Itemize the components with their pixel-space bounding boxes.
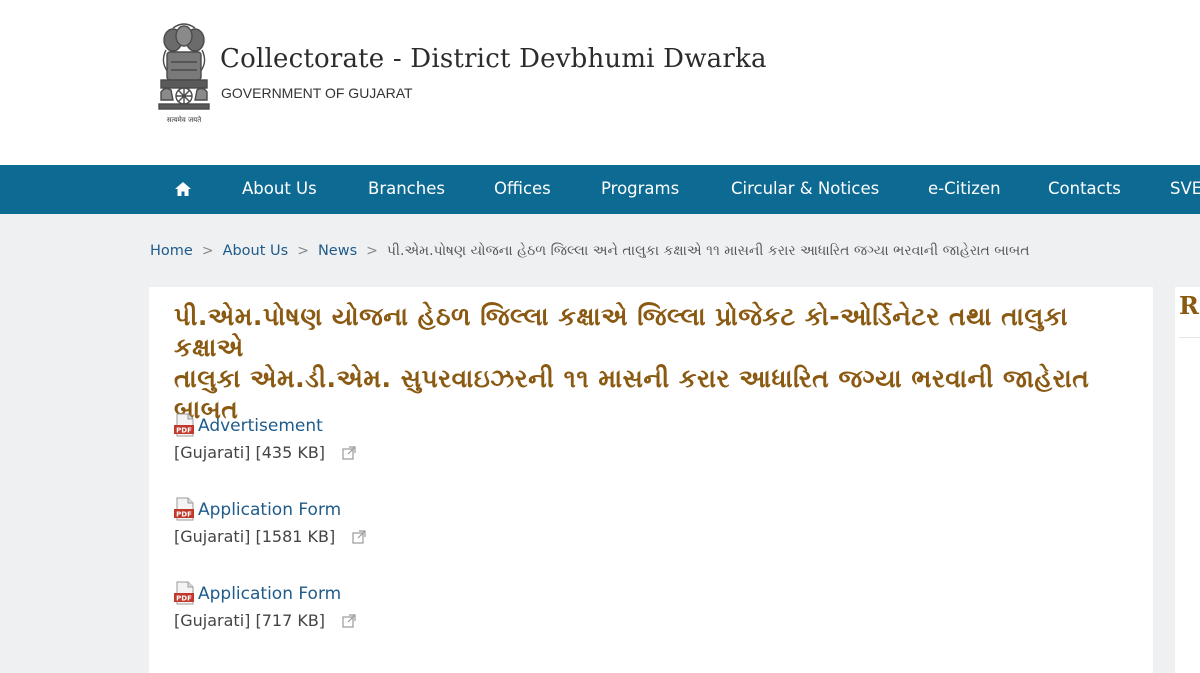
breadcrumb: Home > About Us > News > પી.એમ.પોષણ યોજના હેઠળ…: [150, 243, 1030, 265]
breadcrumb-about-us[interactable]: About Us: [223, 243, 289, 259]
document-size: [1581 KB]: [255, 527, 336, 546]
document-size: [717 KB]: [255, 611, 326, 630]
state-emblem-logo[interactable]: सत्यमेव जयते: [153, 22, 215, 126]
nav-offices[interactable]: Offices: [494, 165, 551, 214]
chevron-right-icon: >: [366, 243, 378, 259]
breadcrumb-home[interactable]: Home: [150, 243, 193, 259]
main-navigation: About Us Branches Offices Programs Circu…: [0, 165, 1200, 214]
nav-contacts[interactable]: Contacts: [1048, 165, 1121, 214]
nav-programs[interactable]: Programs: [601, 165, 679, 214]
article-card: પી.એમ.પોષણ યોજના હેઠળ જિલ્લા કક્ષાએ જિલ્…: [149, 287, 1153, 673]
chevron-right-icon: >: [201, 243, 214, 259]
home-icon[interactable]: [173, 179, 193, 199]
pdf-icon: PDF: [174, 581, 194, 605]
pdf-icon: PDF: [174, 497, 194, 521]
document-item: PDF Application Form [Gujarati] [1581 KB…: [174, 497, 366, 550]
site-header: सत्यमेव जयते Collectorate - District Dev…: [0, 0, 1200, 165]
external-link-icon[interactable]: [342, 613, 356, 628]
site-title[interactable]: Collectorate - District Devbhumi Dwarka: [220, 44, 767, 74]
document-language: [Gujarati]: [174, 443, 251, 462]
chevron-right-icon: >: [297, 243, 309, 259]
breadcrumb-current: પી.એમ.પોષણ યોજના હેઠળ જિલ્લા અને તાલુકા …: [386, 243, 1030, 259]
document-language: [Gujarati]: [174, 611, 251, 630]
page-title: પી.એમ.પોષણ યોજના હેઠળ જિલ્લા કક્ષાએ જિલ્…: [174, 301, 1144, 425]
document-link[interactable]: Advertisement: [198, 416, 323, 436]
svg-text:PDF: PDF: [176, 426, 192, 434]
external-link-icon[interactable]: [352, 529, 366, 544]
document-link[interactable]: Application Form: [198, 584, 341, 604]
pdf-icon: PDF: [174, 413, 194, 437]
svg-text:PDF: PDF: [176, 510, 192, 518]
document-size: [435 KB]: [255, 443, 326, 462]
breadcrumb-news[interactable]: News: [318, 243, 357, 259]
nav-e-citizen[interactable]: e-Citizen: [928, 165, 1001, 214]
document-item: PDF Advertisement [Gujarati] [435 KB]: [174, 413, 356, 466]
emblem-motto: सत्यमेव जयते: [167, 115, 202, 124]
document-link[interactable]: Application Form: [198, 500, 341, 520]
document-language: [Gujarati]: [174, 527, 251, 546]
page-title-line: તાલુકા એમ.ડી.એમ. સુપરવાઇઝરની ૧૧ માસની કર…: [174, 364, 1090, 393]
nav-about-us[interactable]: About Us: [242, 165, 317, 214]
sidebar-title: Re: [1179, 291, 1200, 320]
page-title-line: પી.એમ.પોષણ યોજના હેઠળ જિલ્લા કક્ષાએ જિલ્…: [174, 302, 1069, 362]
nav-sve[interactable]: SVE: [1170, 165, 1200, 214]
site-subtitle: GOVERNMENT OF GUJARAT: [221, 85, 413, 101]
nav-branches[interactable]: Branches: [368, 165, 445, 214]
svg-text:PDF: PDF: [176, 594, 192, 602]
document-item: PDF Application Form [Gujarati] [717 KB]: [174, 581, 356, 634]
external-link-icon[interactable]: [342, 445, 356, 460]
sidebar-card: Re: [1175, 287, 1200, 673]
nav-circular-notices[interactable]: Circular & Notices: [731, 165, 879, 214]
sidebar-divider: [1179, 337, 1200, 338]
